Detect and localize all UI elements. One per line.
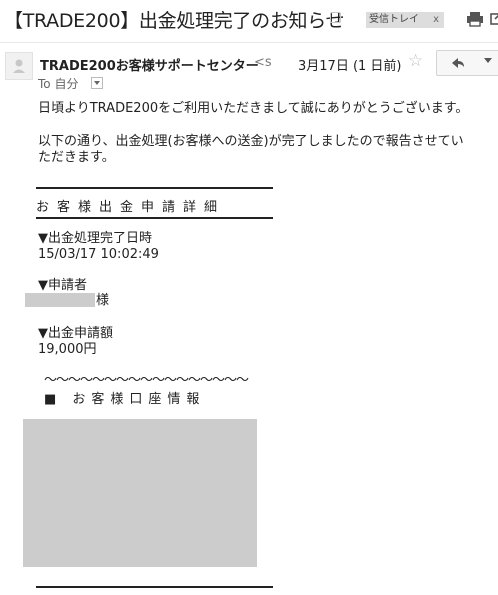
new-window-icon[interactable] — [490, 10, 498, 28]
applicant-suffix: 様 — [96, 293, 110, 308]
show-details-button[interactable] — [91, 77, 103, 89]
amount-label: ▼出金申請額 — [38, 326, 113, 341]
section-title: お客様出金申請詳細 — [36, 200, 226, 215]
important-marker-icon[interactable] — [330, 12, 341, 23]
sender-name[interactable]: TRADE200お客様サポートセンター — [40, 55, 259, 74]
sender-avatar — [5, 52, 33, 80]
intro-text-line2: ただきます。 — [38, 150, 115, 165]
footer-rule — [36, 586, 273, 588]
sender-email[interactable]: <s — [254, 55, 272, 70]
chevron-down-icon — [484, 58, 492, 63]
email-subject: 【TRADE200】出金処理完了のお知らせ — [4, 10, 345, 32]
inbox-label-chip[interactable]: 受信トレイ x — [366, 12, 444, 28]
intro-text-line1: 以下の通り、出金処理(お客様への送金)が完了しましたので報告させてい — [38, 134, 464, 149]
print-icon[interactable] — [466, 10, 484, 28]
redacted-account-info — [23, 419, 257, 567]
completed-label: ▼出金処理完了日時 — [38, 231, 152, 246]
more-options-button[interactable] — [477, 50, 498, 76]
wave-separator: 〜〜〜〜〜〜〜〜〜〜〜〜〜〜〜〜〜 — [44, 373, 249, 388]
header-divider — [0, 42, 498, 43]
email-date: 3月17日 (1 日前) — [298, 59, 402, 74]
amount-value: 19,000円 — [38, 342, 97, 357]
reply-button[interactable] — [436, 50, 478, 76]
recipient-line: To 自分 — [38, 77, 79, 91]
section-rule-bottom — [36, 217, 273, 219]
remove-label-button[interactable]: x — [433, 12, 439, 28]
greeting-text: 日頃よりTRADE200をご利用いただきまして誠にありがとうございます。 — [38, 101, 469, 116]
caret-down-icon — [94, 81, 100, 85]
section-rule-top — [36, 187, 273, 189]
completed-value: 15/03/17 10:02:49 — [38, 247, 159, 262]
inbox-label: 受信トレイ — [369, 14, 419, 25]
star-icon[interactable]: ☆ — [408, 51, 423, 71]
account-section-title: ■ お客様口座情報 — [44, 392, 206, 407]
redacted-name — [25, 293, 95, 307]
applicant-label: ▼申請者 — [38, 278, 87, 293]
reply-icon — [452, 58, 464, 68]
